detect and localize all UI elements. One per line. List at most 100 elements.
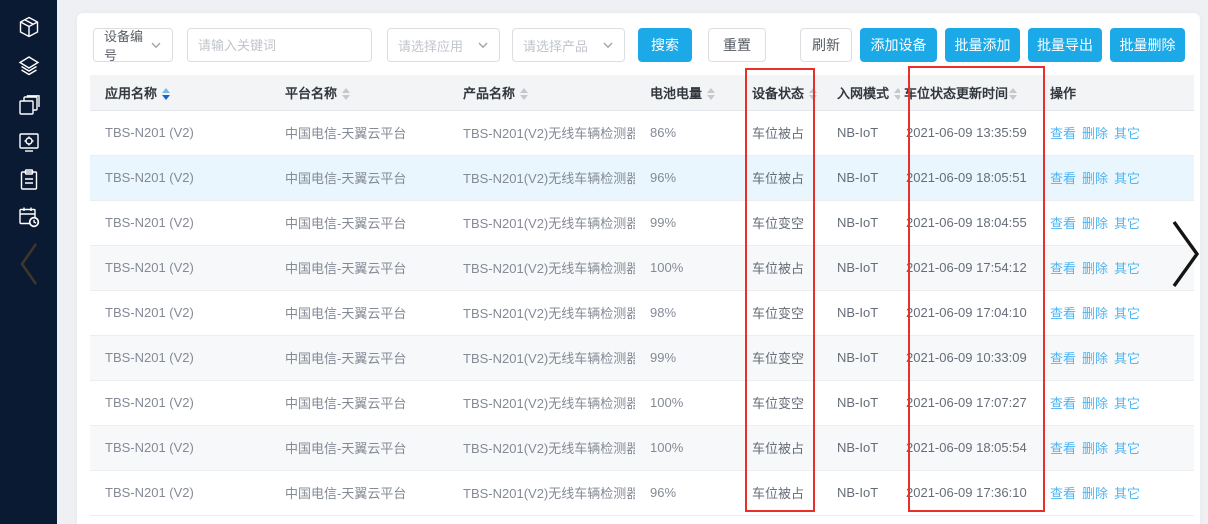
table-row[interactable]: TBS-N201 (V2) 中国电信-天翼云平台 TBS-N201(V2)无线车… — [90, 245, 1194, 290]
table-row[interactable]: TBS-N201 (V2) 中国电信-天翼云平台 TBS-N201(V2)无线车… — [90, 200, 1194, 245]
cell-battery: 96% — [635, 470, 737, 515]
sidebar-collapse-chevron-left-icon[interactable] — [14, 238, 42, 290]
table-row[interactable]: TBS-N201 (V2) 中国电信-天翼云平台 TBS-N201(V2)无线车… — [90, 110, 1194, 155]
view-link[interactable]: 查看 — [1050, 351, 1076, 366]
cell-update-time: 2021-06-09 18:04:55 — [900, 200, 1035, 245]
cell-update-time: 2021-06-09 18:05:51 — [900, 155, 1035, 200]
view-link[interactable]: 查看 — [1050, 306, 1076, 321]
view-link[interactable]: 查看 — [1050, 486, 1076, 501]
other-link[interactable]: 其它 — [1114, 396, 1140, 411]
cell-device-status: 车位变空 — [737, 380, 822, 425]
batch-export-button[interactable]: 批量导出 — [1028, 28, 1102, 62]
sort-icon[interactable] — [809, 88, 817, 100]
clipboard-icon[interactable] — [17, 168, 41, 192]
sort-icon[interactable] — [520, 88, 528, 100]
app-select[interactable]: 请选择应用 — [387, 28, 500, 62]
view-link[interactable]: 查看 — [1050, 441, 1076, 456]
other-link[interactable]: 其它 — [1114, 126, 1140, 141]
table-row[interactable]: TBS-N201 (V2) 中国电信-天翼云平台 TBS-N201(V2)无线车… — [90, 335, 1194, 380]
delete-link[interactable]: 删除 — [1082, 351, 1108, 366]
sort-icon[interactable] — [894, 88, 900, 100]
cell-product-name: TBS-N201(V2)无线车辆检测器 — [448, 470, 635, 515]
other-link[interactable]: 其它 — [1114, 351, 1140, 366]
add-device-button[interactable]: 添加设备 — [860, 28, 937, 62]
col-header-product-name[interactable]: 产品名称 — [448, 75, 635, 110]
cell-product-name: TBS-N201(V2)无线车辆检测器 — [448, 200, 635, 245]
cell-network-mode: NB-IoT — [822, 200, 900, 245]
col-header-device-status[interactable]: 设备状态 — [737, 75, 822, 110]
cube-icon[interactable] — [17, 15, 41, 39]
delete-link[interactable]: 删除 — [1082, 261, 1108, 276]
other-link[interactable]: 其它 — [1114, 441, 1140, 456]
cell-update-time: 2021-06-09 18:05:54 — [900, 425, 1035, 470]
table-row[interactable]: TBS-N201 (V2) 中国电信-天翼云平台 TBS-N201(V2)无线车… — [90, 470, 1194, 515]
batch-add-button[interactable]: 批量添加 — [945, 28, 1020, 62]
cell-platform-name: 中国电信-天翼云平台 — [270, 290, 448, 335]
layers-icon[interactable] — [17, 54, 41, 78]
cell-device-status: 车位被占 — [737, 155, 822, 200]
col-header-platform-name[interactable]: 平台名称 — [270, 75, 448, 110]
cell-update-time: 2021-06-09 10:33:09 — [900, 335, 1035, 380]
table-row[interactable]: TBS-N201 (V2) 中国电信-天翼云平台 TBS-N201(V2)无线车… — [90, 290, 1194, 335]
cell-platform-name: 中国电信-天翼云平台 — [270, 110, 448, 155]
col-header-slot-update-time[interactable]: 车位状态更新时间 — [900, 75, 1035, 110]
cell-app-name: TBS-N201 (V2) — [90, 425, 270, 470]
cell-device-status: 车位被占 — [737, 425, 822, 470]
cell-battery: 99% — [635, 200, 737, 245]
cell-product-name: TBS-N201(V2)无线车辆检测器 — [448, 425, 635, 470]
sort-icon[interactable] — [162, 88, 170, 100]
cell-actions: 查看删除其它 — [1035, 425, 1194, 470]
other-link[interactable]: 其它 — [1114, 171, 1140, 186]
view-link[interactable]: 查看 — [1050, 216, 1076, 231]
sort-icon[interactable] — [707, 88, 715, 100]
col-header-app-name[interactable]: 应用名称 — [90, 75, 270, 110]
other-link[interactable]: 其它 — [1114, 486, 1140, 501]
delete-link[interactable]: 删除 — [1082, 441, 1108, 456]
delete-link[interactable]: 删除 — [1082, 396, 1108, 411]
table-row[interactable]: TBS-N201 (V2) 中国电信-天翼云平台 TBS-N201(V2)无线车… — [90, 155, 1194, 200]
cell-app-name: TBS-N201 (V2) — [90, 245, 270, 290]
reset-button[interactable]: 重置 — [708, 28, 766, 62]
col-header-network-mode[interactable]: 入网模式 — [822, 75, 900, 110]
other-link[interactable]: 其它 — [1114, 261, 1140, 276]
view-link[interactable]: 查看 — [1050, 396, 1076, 411]
cell-app-name: TBS-N201 (V2) — [90, 380, 270, 425]
delete-link[interactable]: 删除 — [1082, 126, 1108, 141]
cell-app-name: TBS-N201 (V2) — [90, 470, 270, 515]
calendar-clock-icon[interactable] — [17, 205, 41, 229]
cell-device-status: 车位变空 — [737, 335, 822, 380]
monitor-settings-icon[interactable] — [17, 130, 41, 154]
sort-icon[interactable] — [1009, 88, 1017, 100]
delete-link[interactable]: 删除 — [1082, 216, 1108, 231]
cell-platform-name: 中国电信-天翼云平台 — [270, 335, 448, 380]
delete-link[interactable]: 删除 — [1082, 486, 1108, 501]
sort-icon[interactable] — [342, 88, 350, 100]
search-button[interactable]: 搜索 — [638, 28, 692, 62]
cell-network-mode: NB-IoT — [822, 470, 900, 515]
other-link[interactable]: 其它 — [1114, 216, 1140, 231]
cell-battery: 100% — [635, 425, 737, 470]
other-link[interactable]: 其它 — [1114, 306, 1140, 321]
table-row[interactable]: TBS-N201 (V2) 中国电信-天翼云平台 TBS-N201(V2)无线车… — [90, 380, 1194, 425]
batch-delete-button[interactable]: 批量删除 — [1110, 28, 1185, 62]
cell-battery: 100% — [635, 380, 737, 425]
col-header-battery[interactable]: 电池电量 — [635, 75, 737, 110]
copy-icon[interactable] — [17, 93, 41, 117]
cell-product-name: TBS-N201(V2)无线车辆检测器 — [448, 110, 635, 155]
view-link[interactable]: 查看 — [1050, 261, 1076, 276]
cell-product-name: TBS-N201(V2)无线车辆检测器 — [448, 290, 635, 335]
delete-link[interactable]: 删除 — [1082, 171, 1108, 186]
refresh-button[interactable]: 刷新 — [800, 28, 852, 62]
keyword-input[interactable] — [198, 38, 361, 53]
delete-link[interactable]: 删除 — [1082, 306, 1108, 321]
cell-device-status: 车位变空 — [737, 200, 822, 245]
cell-network-mode: NB-IoT — [822, 425, 900, 470]
field-type-select[interactable]: 设备编号 — [93, 28, 173, 62]
table-row[interactable]: TBS-N201 (V2) 中国电信-天翼云平台 TBS-N201(V2)无线车… — [90, 425, 1194, 470]
view-link[interactable]: 查看 — [1050, 171, 1076, 186]
next-page-chevron-right-icon[interactable] — [1168, 216, 1202, 292]
product-select[interactable]: 请选择产品 — [512, 28, 625, 62]
view-link[interactable]: 查看 — [1050, 126, 1076, 141]
cell-update-time: 2021-06-09 17:54:12 — [900, 245, 1035, 290]
cell-network-mode: NB-IoT — [822, 380, 900, 425]
